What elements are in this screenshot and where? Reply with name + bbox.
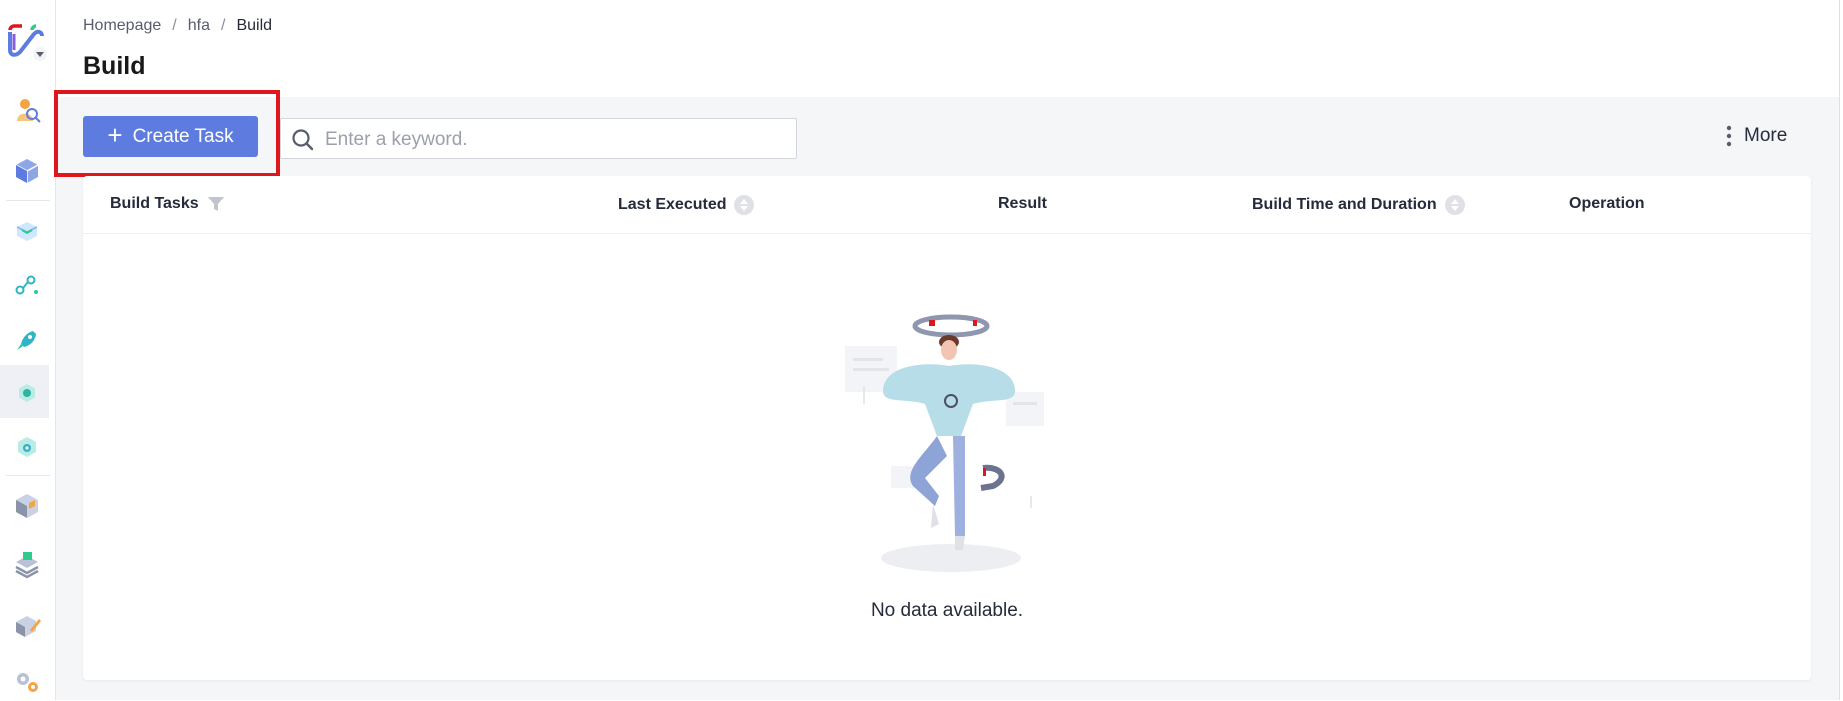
column-last-executed[interactable]: Last Executed xyxy=(618,195,755,215)
artifact-box-icon[interactable] xyxy=(12,490,42,520)
search-field[interactable] xyxy=(280,118,797,159)
breadcrumb-project[interactable]: hfa xyxy=(188,17,210,35)
column-label: Result xyxy=(998,195,1047,212)
search-input[interactable] xyxy=(323,125,787,155)
cloud-settings-icon[interactable] xyxy=(12,432,42,462)
column-build-time-duration[interactable]: Build Time and Duration xyxy=(1252,195,1465,215)
sort-icon[interactable] xyxy=(734,195,755,215)
empty-state-message: No data available. xyxy=(870,600,1024,621)
highlight-annotation-box xyxy=(54,90,280,177)
vertical-ellipsis-icon xyxy=(1726,125,1732,147)
page-header: Homepage / hfa / Build Build xyxy=(56,0,1843,97)
page-title: Build xyxy=(83,52,146,80)
code-cube-icon[interactable] xyxy=(12,216,42,246)
sidebar-divider xyxy=(6,475,50,476)
more-label: More xyxy=(1744,125,1788,146)
pipeline-flow-icon[interactable] xyxy=(12,270,42,300)
table-header: Build Tasks Last Executed Result Build T… xyxy=(83,176,1811,234)
search-icon xyxy=(292,129,314,151)
breadcrumb: Homepage / hfa / Build xyxy=(83,17,272,35)
breadcrumb-separator: / xyxy=(172,17,177,34)
build-tasks-table: Build Tasks Last Executed Result Build T… xyxy=(83,176,1811,680)
sort-icon[interactable] xyxy=(1444,195,1465,215)
empty-state-illustration xyxy=(845,314,1044,572)
rocket-icon[interactable] xyxy=(12,325,42,355)
column-label: Build Tasks xyxy=(110,195,199,212)
column-result: Result xyxy=(998,195,1047,213)
filter-icon[interactable] xyxy=(207,195,225,213)
left-sidebar xyxy=(0,0,56,700)
column-label: Last Executed xyxy=(618,196,727,213)
column-operation: Operation xyxy=(1569,195,1645,213)
breadcrumb-current: Build xyxy=(236,17,273,34)
column-label: Operation xyxy=(1569,195,1645,212)
app-logo-icon[interactable] xyxy=(8,24,48,64)
settings-gear-icon[interactable] xyxy=(12,666,42,696)
column-build-tasks: Build Tasks xyxy=(110,195,225,213)
column-label: Build Time and Duration xyxy=(1252,196,1437,213)
sidebar-divider xyxy=(6,200,50,201)
build-gear-icon[interactable] xyxy=(12,378,42,408)
breadcrumb-homepage[interactable]: Homepage xyxy=(83,17,161,35)
person-search-icon[interactable] xyxy=(12,95,42,125)
more-button[interactable]: More xyxy=(1726,125,1787,147)
package-icon[interactable] xyxy=(12,155,42,185)
layer-stack-icon[interactable] xyxy=(12,549,42,579)
breadcrumb-separator: / xyxy=(220,17,226,34)
edit-docs-icon[interactable] xyxy=(12,610,42,640)
page-scrollbar[interactable] xyxy=(1839,0,1840,700)
